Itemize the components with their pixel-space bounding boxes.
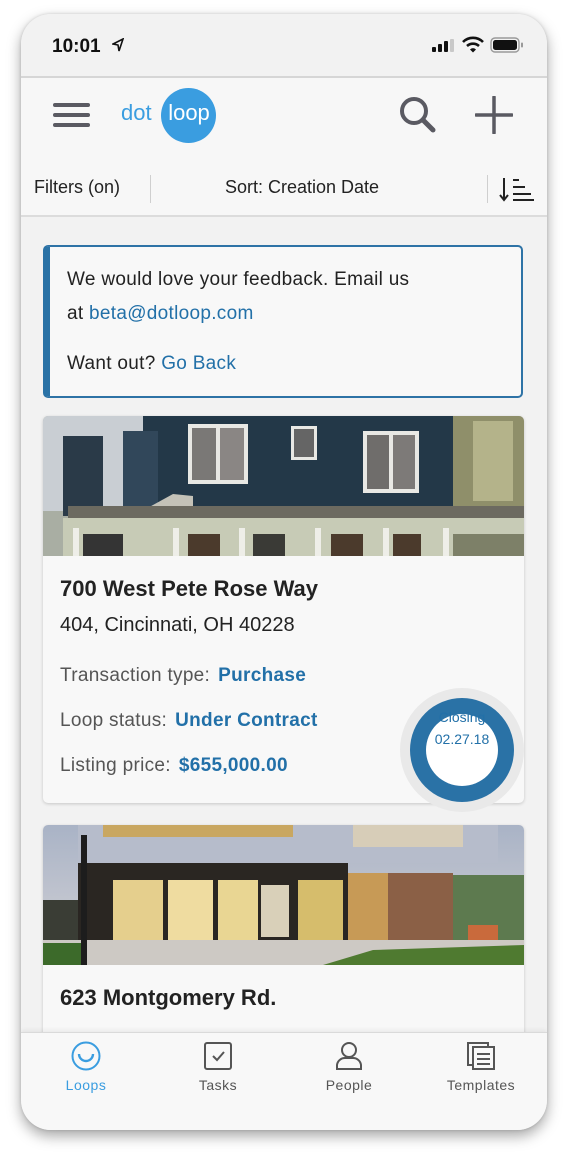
battery-icon [490,37,523,53]
email-link[interactable]: beta@dotloop.com [89,303,254,324]
person-icon [336,1042,362,1070]
tab-label: Templates [446,1077,516,1093]
transaction-type-value: Purchase [218,665,307,686]
tab-label: People [325,1077,373,1093]
loop-address-line1: 623 Montgomery Rd. [60,985,277,1010]
field-label: Listing price: [60,755,171,776]
location-arrow-icon [112,38,124,52]
closing-date: 02.27.18 [434,731,490,747]
hamburger-menu-icon[interactable] [53,102,91,128]
closing-date-badge: Closing 02.27.18 [400,688,524,812]
tab-loops[interactable]: Loops [26,1033,146,1103]
house-photo [43,825,524,965]
wifi-icon [462,36,484,53]
divider [487,175,488,203]
templates-icon [467,1042,495,1070]
loops-list: We would love your feedback. Email us at… [21,217,547,1032]
banner-go-back-line: Want out? Go Back [67,353,236,375]
house-photo [43,416,524,556]
tab-people[interactable]: People [289,1033,409,1103]
tab-label: Tasks [198,1077,238,1093]
loop-address-line2: 404, Cincinnati, OH 40228 [60,614,295,636]
bottom-tab-bar: Loops Tasks People Templates [21,1032,547,1130]
sort-button[interactable]: Sort: Creation Date [225,177,379,198]
logo-text-dot: dot [121,100,152,125]
app-header: dot loop [21,78,547,153]
banner-email-line: at beta@dotloop.com [67,303,254,325]
search-icon[interactable] [399,96,437,134]
feedback-banner: We would love your feedback. Email us at… [43,245,523,398]
loop-status-value: Under Contract [175,710,318,731]
tab-templates[interactable]: Templates [421,1033,541,1103]
logo-text-loop: loop [168,100,210,125]
listing-price-row: Listing price: $655,000.00 [60,755,288,777]
field-label: Transaction type: [60,665,211,686]
sort-direction-icon[interactable] [499,176,535,202]
tab-tasks[interactable]: Tasks [158,1033,278,1103]
banner-text: at [67,303,90,324]
field-label: Loop status: [60,710,168,731]
checkbox-icon [204,1042,232,1070]
banner-text: We would love your feedback. Email us [67,269,410,290]
status-bar: 10:01 [21,14,547,78]
status-time: 10:01 [52,36,101,57]
filters-button[interactable]: Filters (on) [34,177,120,198]
tab-label: Loops [65,1077,107,1093]
add-icon[interactable] [475,96,513,134]
phone-screen: 10:01 dot loop Filters (on) Sort: Creati… [21,14,547,1130]
filter-sort-bar: Filters (on) Sort: Creation Date [21,153,547,217]
go-back-link[interactable]: Go Back [161,353,236,374]
divider [150,175,151,203]
closing-label: Closing [438,709,486,725]
smile-circle-icon [71,1041,101,1071]
loop-status-row: Loop status: Under Contract [60,710,318,732]
banner-text: Want out? [67,353,162,374]
loop-address-line1: 700 West Pete Rose Way [60,576,319,601]
listing-price-value: $655,000.00 [178,755,288,776]
signal-icon [432,39,454,52]
loop-card[interactable]: 623 Montgomery Rd. [43,825,524,1032]
transaction-type-row: Transaction type: Purchase [60,665,306,687]
